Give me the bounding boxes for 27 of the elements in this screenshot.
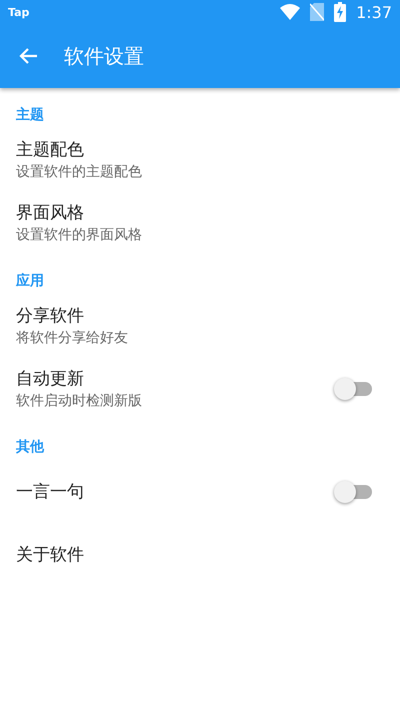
item-title: 一言一句 <box>16 481 84 503</box>
section-header: 主题 <box>15 106 45 125</box>
settings-item[interactable]: 关于软件 <box>0 523 400 586</box>
toggle-switch[interactable] <box>334 480 374 504</box>
settings-item[interactable]: 自动更新 软件启动时检测新版 <box>0 357 400 420</box>
item-title: 主题配色 <box>16 139 85 161</box>
section-header: 应用 <box>14 272 45 291</box>
no-sim-icon <box>310 3 324 21</box>
section-header: 其他 <box>15 438 46 457</box>
item-subtitle: 将软件分享给好友 <box>16 329 128 347</box>
status-app-name: Tap <box>8 6 30 18</box>
settings-item[interactable]: 界面风格 设置软件的界面风格 <box>0 191 400 254</box>
back-arrow-icon[interactable] <box>18 47 38 65</box>
status-time: 1:37 <box>356 2 392 22</box>
item-subtitle: 设置软件的主题配色 <box>16 163 142 181</box>
item-title: 自动更新 <box>16 368 85 390</box>
item-title: 关于软件 <box>16 544 84 566</box>
wifi-icon <box>280 4 300 20</box>
item-subtitle: 设置软件的界面风格 <box>16 226 142 244</box>
item-title: 界面风格 <box>16 202 85 224</box>
screen-title: 软件设置 <box>64 42 144 70</box>
toggle-switch[interactable] <box>334 376 374 400</box>
item-subtitle: 软件启动时检测新版 <box>16 392 142 410</box>
settings-item[interactable]: 一言一句 <box>0 460 400 523</box>
item-title: 分享软件 <box>16 305 85 327</box>
settings-item[interactable]: 主题配色 设置软件的主题配色 <box>0 128 400 191</box>
settings-item[interactable]: 分享软件 将软件分享给好友 <box>0 294 400 357</box>
